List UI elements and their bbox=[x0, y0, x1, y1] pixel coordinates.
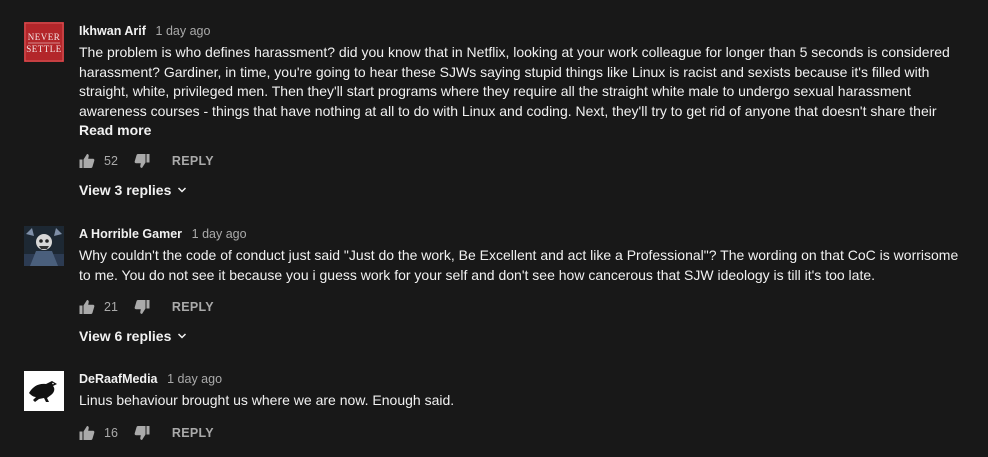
thumbs-up-icon[interactable] bbox=[79, 153, 95, 169]
reply-button[interactable]: REPLY bbox=[172, 154, 214, 168]
reply-button[interactable]: REPLY bbox=[172, 300, 214, 314]
view-replies-label: View 3 replies bbox=[79, 182, 172, 198]
like-count: 16 bbox=[104, 426, 118, 440]
view-replies-label: View 6 replies bbox=[79, 328, 172, 344]
read-more-button[interactable]: Read more bbox=[79, 121, 151, 140]
comment-timestamp[interactable]: 1 day ago bbox=[167, 372, 222, 386]
comment-timestamp[interactable]: 1 day ago bbox=[156, 24, 211, 38]
view-replies-button[interactable]: View 3 replies bbox=[79, 182, 187, 198]
author-name[interactable]: DeRaafMedia bbox=[79, 372, 158, 386]
reply-button[interactable]: REPLY bbox=[172, 426, 214, 440]
svg-text:NEVER: NEVER bbox=[28, 32, 61, 42]
thumbs-down-icon[interactable] bbox=[134, 299, 150, 315]
thumbs-down-icon[interactable] bbox=[134, 153, 150, 169]
chevron-down-icon bbox=[177, 331, 187, 341]
avatar[interactable] bbox=[24, 371, 64, 411]
comment-actions: 21 REPLY bbox=[79, 295, 214, 319]
svg-text:SETTLE: SETTLE bbox=[26, 44, 62, 54]
view-replies-button[interactable]: View 6 replies bbox=[79, 328, 187, 344]
comment-actions: 52 REPLY bbox=[79, 149, 214, 173]
comment-timestamp[interactable]: 1 day ago bbox=[192, 227, 247, 241]
comment-text: Why couldn't the code of conduct just sa… bbox=[79, 247, 959, 283]
comment-item: A Horrible Gamer 1 day ago Why couldn't … bbox=[0, 225, 988, 350]
comment-item: DeRaafMedia 1 day ago Linus behaviour br… bbox=[0, 370, 988, 457]
author-name[interactable]: Ikhwan Arif bbox=[79, 24, 146, 38]
comment-header: DeRaafMedia 1 day ago bbox=[79, 370, 974, 388]
avatar[interactable]: NEVER SETTLE bbox=[24, 22, 64, 62]
thumbs-up-icon[interactable] bbox=[79, 299, 95, 315]
comment-header: Ikhwan Arif 1 day ago bbox=[79, 22, 974, 40]
comment-actions: 16 REPLY bbox=[79, 421, 214, 445]
comment-text: The problem is who defines harassment? d… bbox=[79, 44, 950, 119]
comment-item: NEVER SETTLE Ikhwan Arif 1 day ago The p… bbox=[0, 22, 988, 207]
thumbs-down-icon[interactable] bbox=[134, 425, 150, 441]
like-count: 52 bbox=[104, 154, 118, 168]
chevron-down-icon bbox=[177, 185, 187, 195]
comment-text: Linus behaviour brought us where we are … bbox=[79, 392, 455, 408]
avatar[interactable] bbox=[24, 226, 64, 266]
author-name[interactable]: A Horrible Gamer bbox=[79, 227, 182, 241]
like-count: 21 bbox=[104, 300, 118, 314]
thumbs-up-icon[interactable] bbox=[79, 425, 95, 441]
comment-header: A Horrible Gamer 1 day ago bbox=[79, 225, 974, 243]
